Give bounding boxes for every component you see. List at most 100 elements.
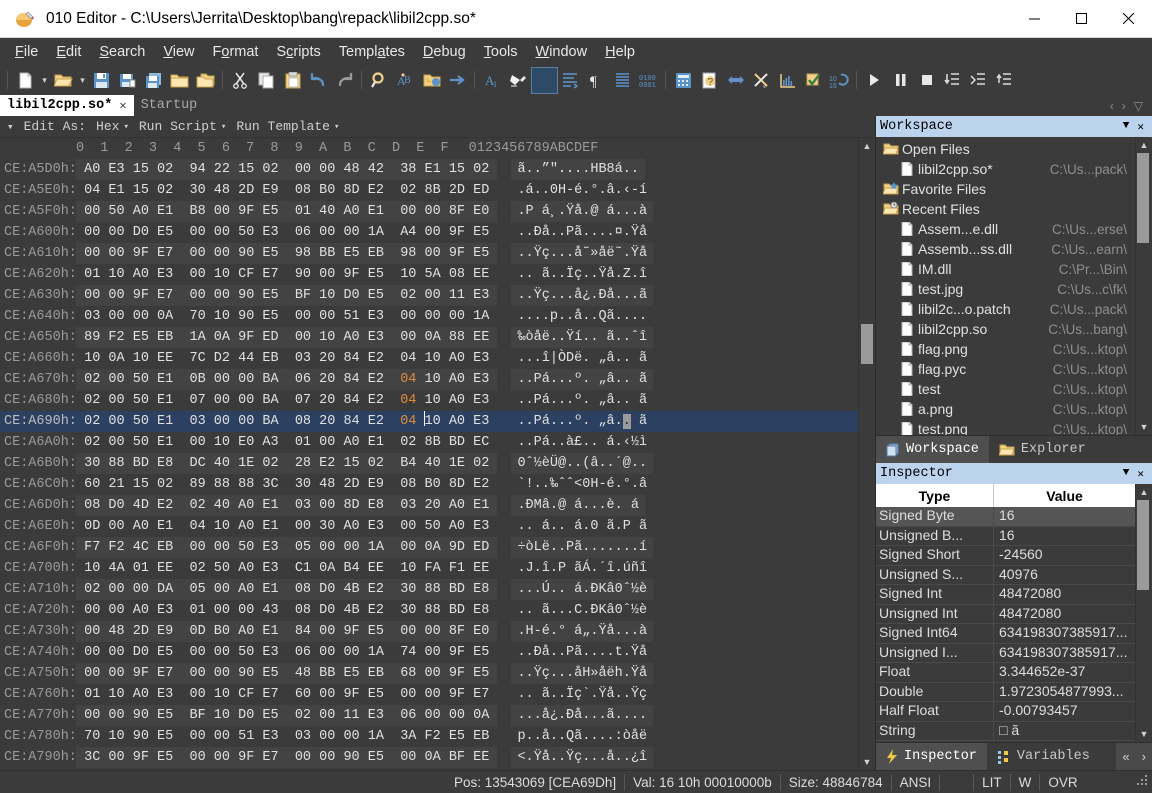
hex-byte-group[interactable]: 38 E1 15 02 — [392, 159, 498, 180]
chevron-down-icon[interactable]: ▼ — [1123, 120, 1130, 134]
hex-byte[interactable]: 00 — [84, 624, 100, 639]
hex-byte[interactable]: 30 — [189, 183, 205, 198]
hex-byte[interactable]: 00 — [343, 729, 359, 744]
new-file-dropdown-icon[interactable]: ▾ — [39, 68, 50, 93]
hex-byte[interactable]: 00 — [214, 225, 230, 240]
hex-byte[interactable]: E5 — [368, 687, 384, 702]
hex-byte[interactable]: E5 — [157, 645, 173, 660]
hex-byte-group[interactable]: 02 00 11 E3 — [286, 705, 393, 726]
hex-byte[interactable]: 08 — [449, 267, 465, 282]
hex-byte[interactable]: E0 — [473, 624, 489, 639]
hex-byte-group[interactable]: 04 10 A0 E3 — [392, 411, 497, 432]
hex-byte[interactable]: 20 — [319, 372, 335, 387]
hex-byte[interactable]: E3 — [262, 645, 278, 660]
menu-scripts[interactable]: Scripts — [267, 41, 329, 63]
hex-byte[interactable]: E7 — [473, 687, 489, 702]
hex-byte-group[interactable]: 01 10 A0 E3 — [76, 264, 181, 285]
hex-byte-group[interactable]: 08 D0 4D E2 — [76, 495, 182, 516]
hex-byte[interactable]: A0 — [133, 519, 149, 534]
hex-byte[interactable]: 30 — [319, 519, 335, 534]
close-button[interactable] — [1105, 0, 1152, 38]
hex-byte[interactable]: EB — [368, 666, 384, 681]
hex-byte[interactable]: 9F — [343, 624, 359, 639]
hex-byte[interactable]: BA — [262, 414, 278, 429]
hex-row[interactable]: CE:A6E0h: 0D 00 A0 E1 04 10 A0 E1 00 30 … — [0, 516, 858, 537]
hex-byte[interactable]: 00 — [449, 708, 465, 723]
hex-byte[interactable]: 48 — [343, 162, 359, 177]
hex-row-ascii[interactable]: ..Pá...º. „â.. ã — [511, 390, 653, 411]
hex-byte-group[interactable]: 05 00 00 1A — [286, 537, 393, 558]
hex-byte-group[interactable]: 06 20 84 E2 — [286, 369, 393, 390]
hex-byte[interactable]: 9D — [449, 540, 465, 555]
hex-byte[interactable]: 0A — [425, 750, 441, 765]
hex-row[interactable]: CE:A630h: 00 00 9F E7 00 00 90 E5 BF 10 … — [0, 285, 858, 306]
hex-byte[interactable]: 00 — [319, 435, 335, 450]
hex-byte-group[interactable]: 70 10 90 E5 — [76, 726, 181, 747]
hex-byte-group[interactable]: 00 0A BF EE — [392, 747, 498, 768]
hex-row-ascii[interactable]: ..Pá...º. „â.. ã — [511, 411, 653, 432]
hex-byte-group[interactable]: 02 8B BD EC — [392, 432, 497, 453]
hex-byte[interactable]: 00 — [238, 372, 254, 387]
hex-byte[interactable]: CF — [238, 687, 254, 702]
hex-row-ascii[interactable]: ...î|ÒDë. „â.. ã — [511, 348, 653, 369]
hex-byte[interactable]: 02 — [189, 561, 205, 576]
hex-row-ascii[interactable]: ..Ðå..Pã....t.Ÿå — [511, 642, 653, 663]
hex-byte-group[interactable]: 10 5A 08 EE — [392, 264, 497, 285]
tab-nav-next-icon[interactable]: › — [1136, 749, 1152, 764]
hex-byte[interactable]: F2 — [108, 330, 124, 345]
hex-byte[interactable]: 84 — [295, 624, 311, 639]
hex-byte[interactable]: 0D — [84, 519, 100, 534]
hex-byte[interactable]: BB — [319, 666, 335, 681]
hex-byte[interactable]: E3 — [157, 687, 173, 702]
hex-row-ascii[interactable]: ÷òLë..Pã.......í — [511, 537, 654, 558]
hex-byte[interactable]: A0 — [238, 498, 254, 513]
hex-row[interactable]: CE:A710h: 02 00 00 DA 05 00 A0 E1 08 D0 … — [0, 579, 858, 600]
hex-byte[interactable]: E1 — [262, 624, 278, 639]
hex-row-ascii[interactable]: .. á.. á.0 ã.P ã — [511, 516, 653, 537]
hex-byte[interactable]: 00 — [214, 372, 230, 387]
hex-byte[interactable]: 00 — [189, 687, 205, 702]
hex-byte[interactable]: 15 — [133, 162, 149, 177]
workspace-file-item[interactable]: flag.pyc C:\Us...ktop\ — [876, 359, 1135, 379]
hex-byte[interactable]: 20 — [319, 414, 335, 429]
hex-byte-group[interactable]: C1 0A B4 EE — [287, 558, 392, 579]
hex-byte[interactable]: 01 — [84, 267, 100, 282]
hex-byte[interactable]: 30 — [400, 582, 416, 597]
hex-byte[interactable]: 90 — [343, 750, 359, 765]
hex-row[interactable]: CE:A610h: 00 00 9F E7 00 00 90 E5 98 BB … — [0, 243, 858, 264]
hex-byte[interactable]: E3 — [157, 267, 173, 282]
hex-byte[interactable]: 94 — [189, 162, 205, 177]
hex-byte[interactable]: 00 — [108, 309, 124, 324]
workspace-file-item[interactable]: libil2c...o.patch C:\Us...pack\ — [876, 299, 1135, 319]
hex-byte[interactable]: 02 — [84, 435, 100, 450]
hex-byte-group[interactable]: 03 20 84 E2 — [287, 348, 392, 369]
hex-byte[interactable]: A0 — [133, 603, 149, 618]
hex-byte-group[interactable]: 00 00 90 E5 — [181, 663, 287, 684]
hex-row[interactable]: CE:A660h: 10 0A 10 EE 7C D2 44 EB 03 20 … — [0, 348, 858, 369]
hex-byte[interactable]: BF — [189, 708, 205, 723]
hex-editor[interactable]: 0 1 2 3 4 5 6 7 8 9 A B C D E F 01234567… — [0, 138, 858, 770]
hex-byte[interactable]: E3 — [262, 729, 278, 744]
hex-byte-group[interactable]: 98 BB E5 EB — [286, 243, 393, 264]
hex-byte-group[interactable]: 01 00 A0 E1 — [287, 432, 392, 453]
hex-byte[interactable]: 00 — [108, 414, 124, 429]
hex-byte[interactable]: 08 — [295, 183, 311, 198]
check-script-icon[interactable] — [801, 68, 826, 93]
hex-byte[interactable]: E8 — [157, 456, 173, 471]
hex-byte[interactable]: E2 — [368, 351, 384, 366]
hex-byte-group[interactable]: 00 10 A0 E3 — [286, 327, 393, 348]
hex-byte[interactable]: 50 — [133, 435, 149, 450]
find-icon[interactable] — [367, 68, 392, 93]
hex-byte[interactable]: EB — [157, 330, 173, 345]
hex-row-bytes[interactable]: 03 00 00 0A 70 10 90 E5 00 00 51 E3 00 0… — [76, 306, 497, 327]
hex-byte[interactable]: 8D — [449, 477, 465, 492]
hex-byte-group[interactable]: 00 00 D0 E5 — [76, 642, 181, 663]
hex-byte[interactable]: 51 — [238, 729, 254, 744]
hex-byte[interactable]: 00 — [295, 330, 311, 345]
hex-byte-group[interactable]: 02 50 A0 E3 — [181, 558, 286, 579]
hex-byte[interactable]: 8F — [449, 624, 465, 639]
hex-byte[interactable]: 88 — [108, 456, 124, 471]
hex-byte[interactable]: E3 — [368, 708, 384, 723]
hex-byte[interactable]: 9F — [449, 225, 465, 240]
hex-byte[interactable]: 9F — [449, 687, 465, 702]
